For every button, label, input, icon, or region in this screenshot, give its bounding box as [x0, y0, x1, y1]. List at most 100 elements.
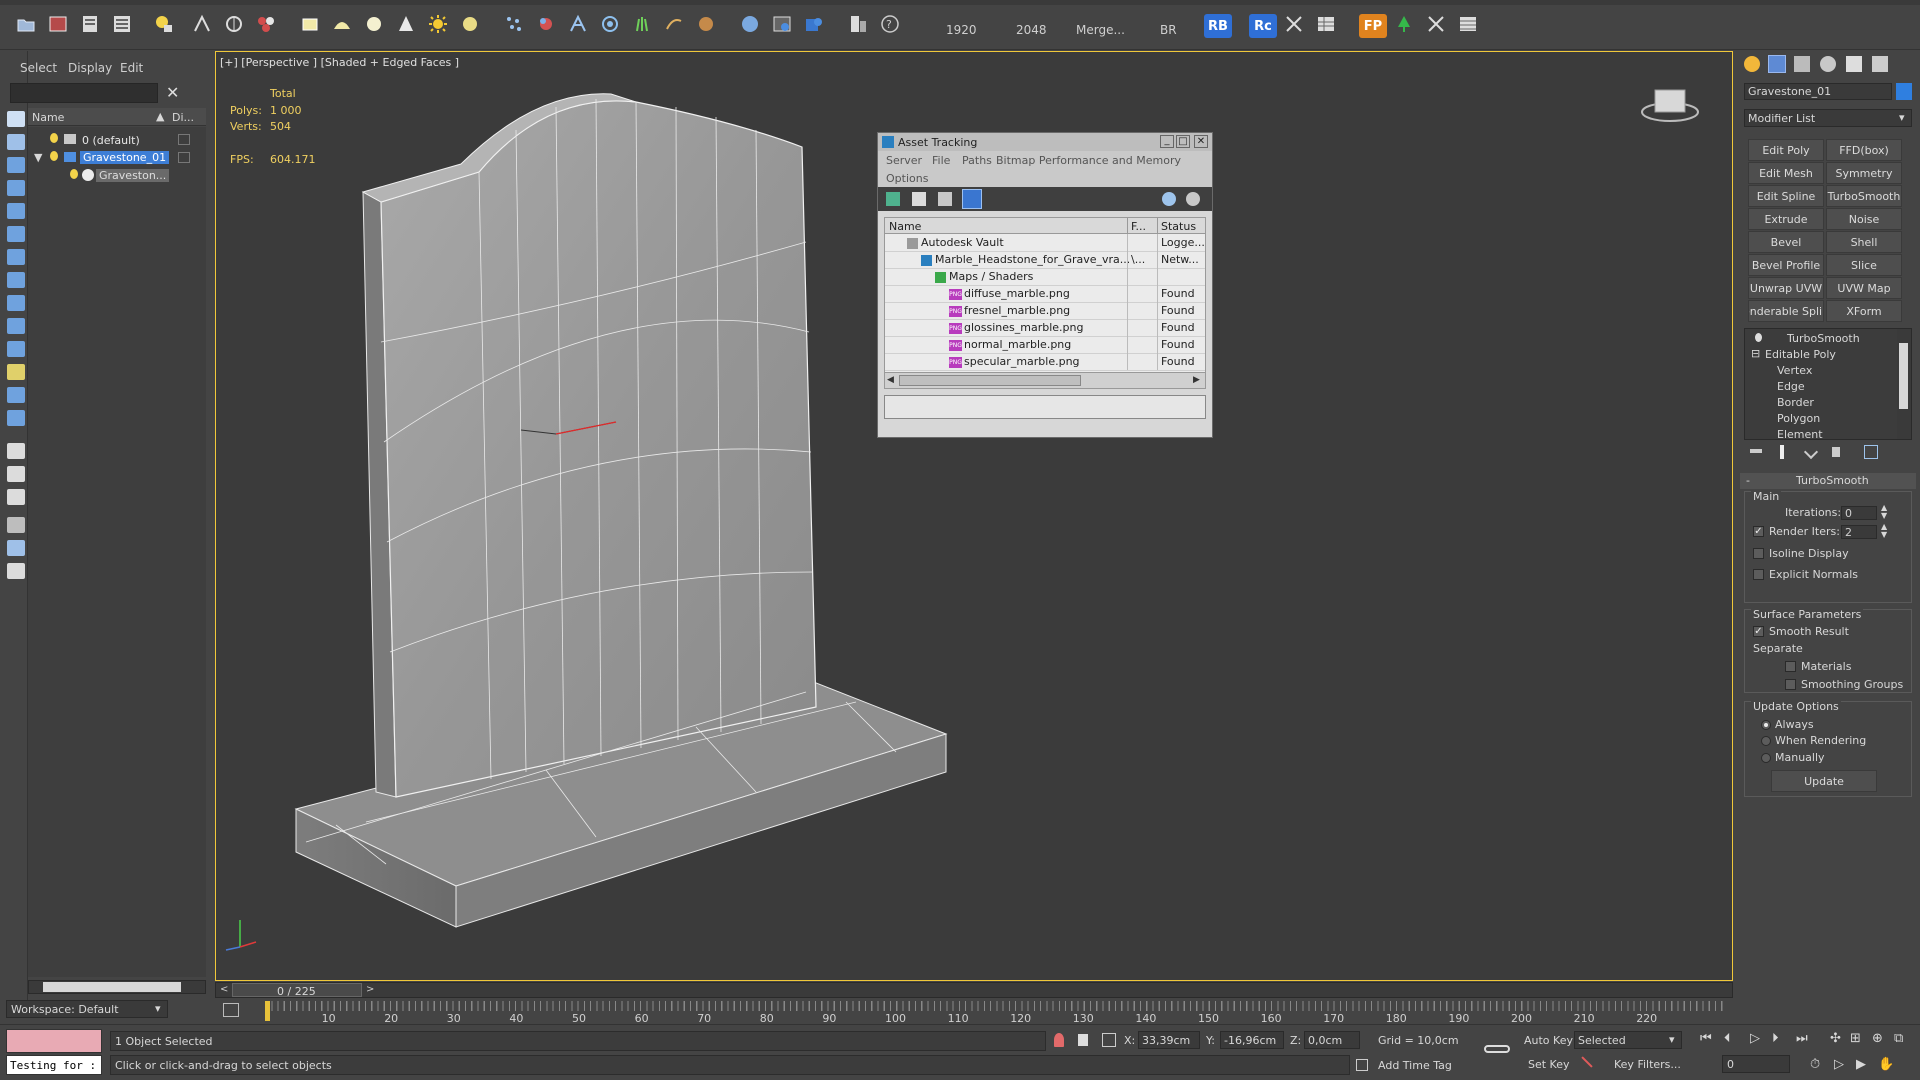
object-color-swatch[interactable]	[1896, 83, 1912, 100]
omni-light-icon[interactable]	[456, 10, 484, 38]
display-children-icon[interactable]	[7, 443, 25, 459]
box-icon[interactable]	[296, 10, 324, 38]
layers-icon[interactable]	[7, 563, 25, 579]
display-helpers-icon[interactable]	[7, 249, 25, 265]
column-display[interactable]: Di...	[172, 111, 194, 124]
always-radio[interactable]	[1761, 720, 1771, 730]
sphere-half-icon[interactable]	[328, 10, 356, 38]
modifier-button[interactable]: XForm	[1826, 300, 1902, 322]
modifier-button[interactable]: Edit Poly	[1748, 139, 1824, 161]
sub-object-border[interactable]: Border	[1777, 396, 1814, 409]
list-item[interactable]: 0 (default)	[28, 131, 206, 149]
modifier-button[interactable]: Shell	[1826, 231, 1902, 253]
display-influences-icon[interactable]	[7, 489, 25, 505]
manually-radio[interactable]	[1761, 753, 1771, 763]
display-warps-icon[interactable]	[7, 272, 25, 288]
display-references-icon[interactable]	[7, 466, 25, 482]
key-icon[interactable]	[1484, 1045, 1510, 1053]
modifier-list-dropdown[interactable]: Modifier List ▾	[1744, 109, 1912, 127]
collapse-icon[interactable]: ▼	[34, 151, 42, 164]
sun-light-icon[interactable]	[424, 10, 452, 38]
help-icon[interactable]	[1162, 192, 1176, 206]
modifier-button[interactable]: Unwrap UVW	[1748, 277, 1824, 299]
br-button[interactable]: BR	[1160, 23, 1177, 37]
walk-through-icon[interactable]: ▷	[1834, 1057, 1844, 1072]
display-bones-icon[interactable]	[7, 341, 25, 357]
maxscript-input[interactable]: Testing for :	[6, 1055, 102, 1075]
modifier-button[interactable]: FFD(box)	[1826, 139, 1902, 161]
display-shapes-icon[interactable]	[7, 180, 25, 196]
track-bar[interactable]	[215, 999, 1733, 1023]
find-input[interactable]	[10, 83, 158, 103]
lightbulb-icon[interactable]	[50, 133, 58, 143]
menu-file[interactable]: File	[932, 154, 950, 167]
fp-button[interactable]: FP	[1359, 14, 1387, 38]
display-all-icon[interactable]	[7, 134, 25, 150]
list-item[interactable]: Graveston...	[28, 167, 206, 185]
asset-row[interactable]: PNG fresnel_marble.png Found	[885, 302, 1205, 320]
render-frame-icon[interactable]	[44, 10, 72, 38]
display-groups-icon[interactable]	[7, 295, 25, 311]
track-bar-ruler[interactable]	[265, 1001, 1725, 1011]
asset-row[interactable]: Maps / Shaders	[885, 268, 1205, 286]
zoom-extents-icon[interactable]: ✣	[1830, 1031, 1841, 1046]
z-coord-field[interactable]: 0,0cm	[1304, 1031, 1360, 1049]
close-button[interactable]: ✕	[1194, 135, 1208, 148]
explorer-scrollbar[interactable]	[28, 980, 206, 994]
table-view-icon[interactable]	[962, 189, 982, 209]
object-name-field[interactable]: Gravestone_01	[1744, 83, 1892, 100]
time-slider[interactable]: < 0 / 225 >	[215, 982, 1733, 998]
tree-icon[interactable]	[1390, 10, 1418, 38]
when-rendering-radio[interactable]	[1761, 736, 1771, 746]
asset-row[interactable]: Autodesk Vault Logge...	[885, 234, 1205, 252]
column-status[interactable]: Status	[1161, 220, 1196, 233]
asset-row[interactable]: PNG glossines_marble.png Found	[885, 319, 1205, 337]
display-hidden-icon[interactable]	[7, 410, 25, 426]
remove-modifier-icon[interactable]	[1832, 447, 1840, 457]
hierarchy-icon[interactable]	[7, 540, 25, 556]
utilities-tab-icon[interactable]	[1872, 56, 1888, 72]
next-key-icon[interactable]: ⏵	[1772, 1031, 1779, 1046]
curve-editor-icon[interactable]	[223, 1003, 239, 1017]
prev-key-icon[interactable]: ⏴	[1724, 1031, 1731, 1046]
modifier-button[interactable]: Noise	[1826, 208, 1902, 230]
hair-icon[interactable]	[660, 10, 688, 38]
list-item-selected[interactable]: ▼ Gravestone_01	[28, 149, 206, 167]
maximize-viewport-icon[interactable]: ⧉	[1894, 1031, 1903, 1046]
table-icon[interactable]	[1312, 10, 1340, 38]
cloth-icon[interactable]	[564, 10, 592, 38]
frame-field[interactable]: 0	[1722, 1055, 1790, 1073]
lightbulb-icon[interactable]	[70, 169, 78, 179]
orbit-icon[interactable]: ⊕	[1872, 1031, 1883, 1046]
asset-tracking-window[interactable]: Asset Tracking _ □ ✕ Server File Paths B…	[877, 132, 1213, 438]
next-frame-icon[interactable]: >	[366, 984, 374, 995]
modifier-button[interactable]: UVW Map	[1826, 277, 1902, 299]
tab-display[interactable]: Display	[68, 61, 112, 75]
display-none-icon[interactable]	[7, 111, 25, 127]
snaps-icon[interactable]	[188, 10, 216, 38]
goto-start-icon[interactable]: ⏮	[1700, 1031, 1712, 1046]
modifier-button[interactable]: enderable Splin	[1748, 300, 1824, 322]
menu-options[interactable]: Options	[886, 172, 928, 185]
display-geometry-icon[interactable]	[7, 157, 25, 173]
particle-icon[interactable]	[500, 10, 528, 38]
spinner-arrows-icon[interactable]: ▲ ▼	[1881, 504, 1887, 520]
view-cube[interactable]	[1641, 84, 1699, 124]
asset-scrollbar[interactable]: ◀ ▶	[885, 372, 1205, 388]
modifier-button[interactable]: Bevel Profile	[1748, 254, 1824, 276]
batch-render-icon[interactable]	[844, 10, 872, 38]
key-filter-icon[interactable]	[1581, 1056, 1593, 1068]
display-lights-icon[interactable]	[7, 203, 25, 219]
column-name[interactable]: Name	[889, 220, 921, 233]
key-filters-button[interactable]: Key Filters...	[1614, 1058, 1681, 1071]
help-icon[interactable]: ?	[876, 10, 904, 38]
lightbulb-icon[interactable]	[1755, 333, 1762, 342]
tools-icon[interactable]	[1280, 10, 1308, 38]
render-iters-spinner[interactable]: 2	[1841, 525, 1877, 539]
materials-checkbox[interactable]	[1785, 661, 1796, 672]
sub-object-edge[interactable]: Edge	[1777, 380, 1805, 393]
modifier-button[interactable]: TurboSmooth	[1826, 185, 1902, 207]
asset-row[interactable]: PNG diffuse_marble.png Found	[885, 285, 1205, 303]
hierarchy-tab-icon[interactable]	[1794, 56, 1810, 72]
display-tab-icon[interactable]	[1846, 56, 1862, 72]
